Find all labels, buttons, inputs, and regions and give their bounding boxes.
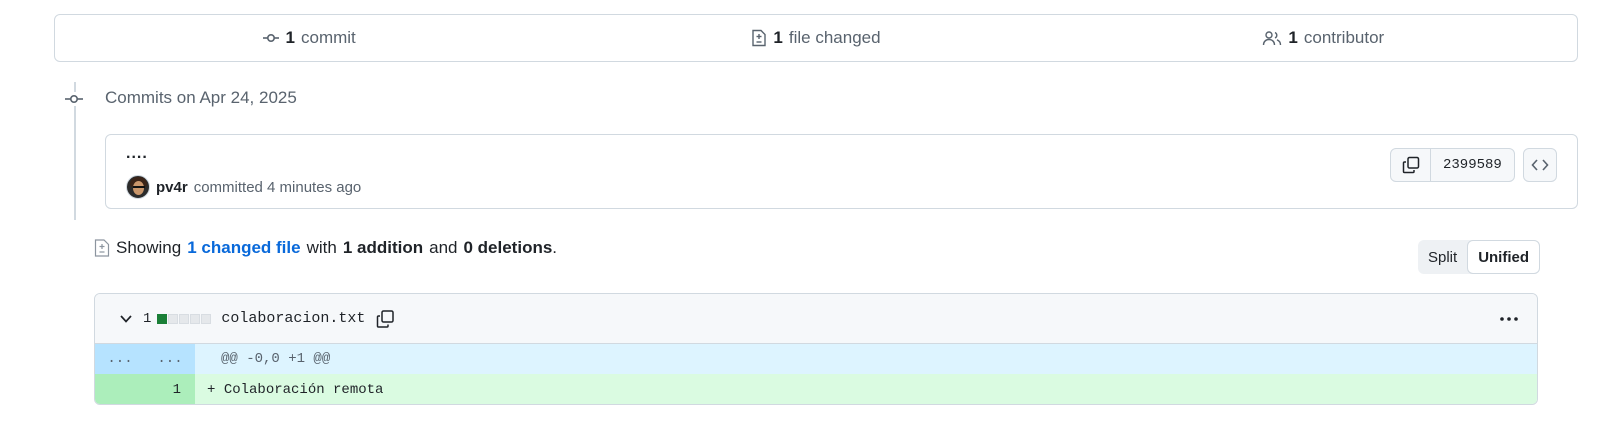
summary-files-count: 1 xyxy=(773,28,783,47)
commit-node-icon xyxy=(63,92,85,106)
commits-date-heading: Commits on Apr 24, 2025 xyxy=(105,88,297,107)
hunk-expand-old[interactable]: ... xyxy=(95,344,145,374)
summary-files-label: file changed xyxy=(788,28,881,47)
diff-view-toggle: Split Unified xyxy=(1418,240,1541,274)
hunk-header-row: ... ... @@ -0,0 +1 @@ xyxy=(95,344,1537,374)
commit-sha-link[interactable]: 2399589 xyxy=(1431,149,1514,181)
commit-sha-group: 2399589 xyxy=(1390,148,1515,182)
hunk-expand-new[interactable]: ... xyxy=(145,344,195,374)
commit-icon xyxy=(262,30,280,46)
copy-sha-button[interactable] xyxy=(1391,149,1431,181)
file-header: 1 colaboracion.txt xyxy=(95,294,1537,344)
diff-marker: + xyxy=(207,381,216,398)
file-options-button[interactable] xyxy=(1499,311,1519,327)
kebab-horizontal-icon xyxy=(1499,311,1519,327)
summary-commits[interactable]: 1 commit xyxy=(55,28,562,48)
file-diff-icon xyxy=(751,29,767,47)
file-name-link[interactable]: colaboracion.txt xyxy=(221,310,365,327)
copy-icon xyxy=(375,309,395,329)
diffstat-block-add xyxy=(157,313,168,324)
commit-author-link[interactable]: pv4r xyxy=(156,179,188,196)
avatar[interactable] xyxy=(126,175,150,199)
commit-title-link[interactable]: .... xyxy=(126,145,148,163)
diffstat-block-neutral xyxy=(190,313,201,324)
people-icon xyxy=(1262,30,1282,46)
file-diff-icon xyxy=(94,238,110,258)
compare-summary-bar: 1 commit 1 file changed 1 contributor xyxy=(54,14,1578,62)
showing-period: . xyxy=(552,238,558,257)
line-code: + Colaboración remota xyxy=(195,382,383,398)
copy-path-button[interactable] xyxy=(375,309,395,329)
summary-contributors-label: contributor xyxy=(1303,28,1385,47)
copy-icon xyxy=(1402,156,1420,174)
file-change-count: 1 xyxy=(143,310,152,327)
summary-contributors[interactable]: 1 contributor xyxy=(1070,28,1577,48)
chevron-down-icon[interactable] xyxy=(119,314,133,324)
hunk-header-text: @@ -0,0 +1 @@ xyxy=(221,351,331,367)
changed-files-link[interactable]: 1 changed file xyxy=(187,238,300,258)
code-icon xyxy=(1531,158,1549,172)
diffstat-block-neutral xyxy=(168,313,179,324)
showing-with: with xyxy=(306,238,337,257)
diffstat-block-neutral xyxy=(179,313,190,324)
browse-repo-button[interactable] xyxy=(1523,148,1557,182)
summary-files[interactable]: 1 file changed xyxy=(562,28,1069,48)
diff-summary-line: Showing 1 changed file with 1 addition a… xyxy=(94,238,557,258)
summary-contributors-count: 1 xyxy=(1288,28,1298,47)
diffstat-block-neutral xyxy=(201,313,212,324)
showing-prefix: Showing xyxy=(116,238,182,257)
split-view-button[interactable]: Split xyxy=(1418,240,1467,274)
file-diff: 1 colaboracion.txt ... ... @@ -0,0 +1 @@… xyxy=(94,293,1538,405)
new-line-number[interactable]: 1 xyxy=(145,374,195,404)
showing-and: and xyxy=(429,238,458,257)
commit-card: .... pv4r committed 4 minutes ago 239958… xyxy=(105,134,1578,209)
added-line-row: 1 + Colaboración remota xyxy=(95,374,1537,404)
summary-commits-label: commit xyxy=(301,28,356,47)
commit-time-text: committed 4 minutes ago xyxy=(193,178,362,196)
old-line-number xyxy=(95,374,145,404)
unified-view-button[interactable]: Unified xyxy=(1467,240,1541,274)
diffstat-bar xyxy=(157,313,212,324)
line-text: Colaboración remota xyxy=(223,381,384,398)
commit-meta: pv4r committed 4 minutes ago xyxy=(126,175,361,199)
additions-count: 1 addition xyxy=(342,238,424,257)
summary-commits-count: 1 xyxy=(285,28,295,47)
deletions-count: 0 deletions xyxy=(463,238,553,257)
